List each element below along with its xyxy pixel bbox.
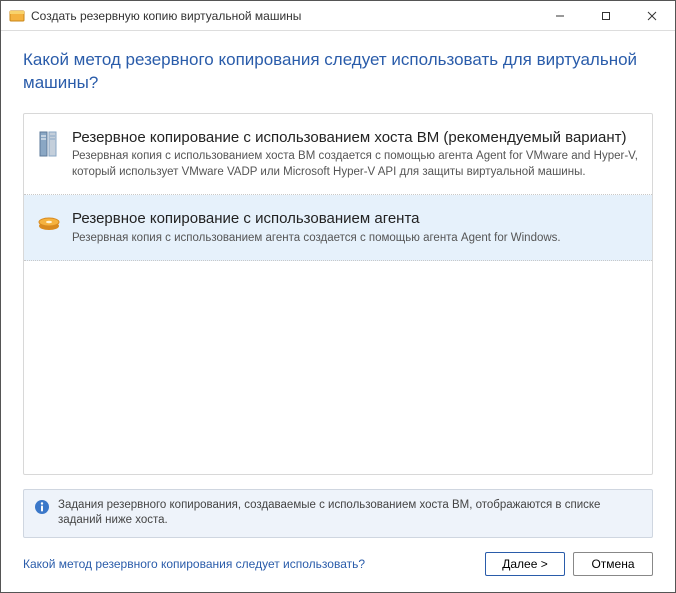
options-filler bbox=[24, 261, 652, 475]
option-description: Резервная копия с использованием хоста В… bbox=[72, 149, 638, 180]
minimize-button[interactable] bbox=[537, 1, 583, 30]
option-vm-host-backup[interactable]: Резервное копирование с использованием х… bbox=[24, 114, 652, 196]
close-button[interactable] bbox=[629, 1, 675, 30]
info-icon bbox=[34, 499, 50, 515]
cancel-button[interactable]: Отмена bbox=[573, 552, 653, 576]
server-icon bbox=[36, 128, 62, 181]
option-text: Резервное копирование с использованием а… bbox=[72, 209, 638, 246]
app-icon bbox=[9, 8, 25, 24]
next-button[interactable]: Далее > bbox=[485, 552, 565, 576]
info-banner: Задания резервного копирования, создавае… bbox=[23, 489, 653, 538]
info-text: Задания резервного копирования, создавае… bbox=[58, 498, 642, 529]
option-text: Резервное копирование с использованием х… bbox=[72, 128, 638, 181]
option-agent-backup[interactable]: Резервное копирование с использованием а… bbox=[24, 195, 652, 261]
maximize-button[interactable] bbox=[583, 1, 629, 30]
content-area: Какой метод резервного копирования следу… bbox=[1, 31, 675, 475]
page-heading: Какой метод резервного копирования следу… bbox=[23, 49, 653, 95]
disk-icon bbox=[36, 209, 62, 246]
titlebar: Создать резервную копию виртуальной маши… bbox=[1, 1, 675, 31]
option-title: Резервное копирование с использованием х… bbox=[72, 128, 638, 148]
footer: Какой метод резервного копирования следу… bbox=[1, 538, 675, 592]
help-link[interactable]: Какой метод резервного копирования следу… bbox=[23, 557, 365, 571]
window-controls bbox=[537, 1, 675, 30]
option-title: Резервное копирование с использованием а… bbox=[72, 209, 638, 229]
option-description: Резервная копия с использованием агента … bbox=[72, 231, 638, 247]
backup-method-options: Резервное копирование с использованием х… bbox=[23, 113, 653, 475]
window-title: Создать резервную копию виртуальной маши… bbox=[31, 9, 537, 23]
